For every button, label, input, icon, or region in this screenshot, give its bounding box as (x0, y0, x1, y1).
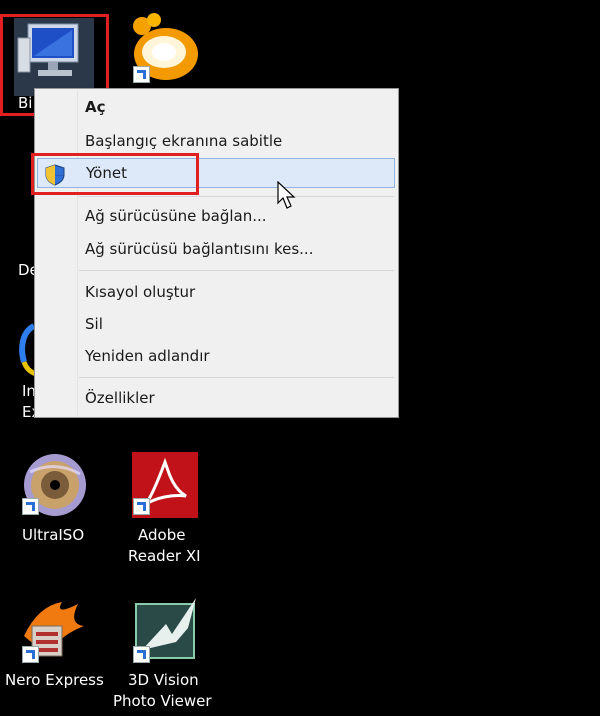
menu-item-create-shortcut[interactable]: Kısayol oluştur (37, 277, 396, 307)
ultraiso-shortcut-arrow-icon (22, 498, 39, 515)
shield-icon (44, 164, 66, 195)
computer-icon[interactable] (14, 18, 94, 96)
menu-item-open-label: Aç (85, 98, 106, 116)
menu-separator-2 (79, 270, 394, 271)
adobe-reader-label-1[interactable]: Adobe (138, 525, 185, 546)
3d-vision-label-1[interactable]: 3D Vision (128, 670, 199, 691)
ultraiso-label[interactable]: UltraISO (22, 525, 84, 546)
menu-item-manage-label: Yönet (86, 164, 127, 182)
nero-express-label[interactable]: Nero Express (5, 670, 104, 691)
menu-item-pin-to-start-label: Başlangıç ekranına sabitle (85, 132, 283, 150)
menu-item-create-shortcut-label: Kısayol oluştur (85, 283, 196, 301)
menu-separator-1 (79, 196, 394, 197)
menu-item-disconnect-network-drive[interactable]: Ağ sürücüsü bağlantısını kes... (37, 234, 396, 264)
menu-item-properties-label: Özellikler (85, 389, 155, 407)
context-menu: Aç Başlangıç ekranına sabitle Yönet Ağ s… (34, 88, 399, 418)
menu-item-disconnect-network-drive-label: Ağ sürücüsü bağlantısını kes... (85, 240, 314, 258)
menu-separator-3 (79, 377, 394, 378)
menu-item-rename-label: Yeniden adlandır (85, 347, 210, 365)
nero-express-shortcut-arrow-icon (22, 646, 39, 663)
computer-label[interactable]: Bi (18, 93, 32, 114)
menu-item-delete[interactable]: Sil (37, 309, 396, 339)
menu-item-map-network-drive-label: Ağ sürücüsüne bağlan... (85, 207, 267, 225)
menu-item-delete-label: Sil (85, 315, 103, 333)
menu-item-rename[interactable]: Yeniden adlandır (37, 341, 396, 371)
adobe-reader-label-2[interactable]: Reader XI (128, 546, 201, 567)
3d-vision-label-2[interactable]: Photo Viewer (113, 691, 212, 712)
menu-item-properties[interactable]: Özellikler (37, 383, 396, 413)
menu-item-pin-to-start[interactable]: Başlangıç ekranına sabitle (37, 126, 396, 156)
gom-player-shortcut-arrow-icon (133, 66, 150, 83)
menu-item-manage[interactable]: Yönet (37, 158, 395, 188)
3d-vision-shortcut-arrow-icon (133, 646, 150, 663)
menu-item-map-network-drive[interactable]: Ağ sürücüsüne bağlan... (37, 201, 396, 231)
adobe-reader-shortcut-arrow-icon (133, 498, 150, 515)
mouse-cursor-icon (277, 180, 297, 215)
menu-item-open[interactable]: Aç (37, 92, 396, 122)
